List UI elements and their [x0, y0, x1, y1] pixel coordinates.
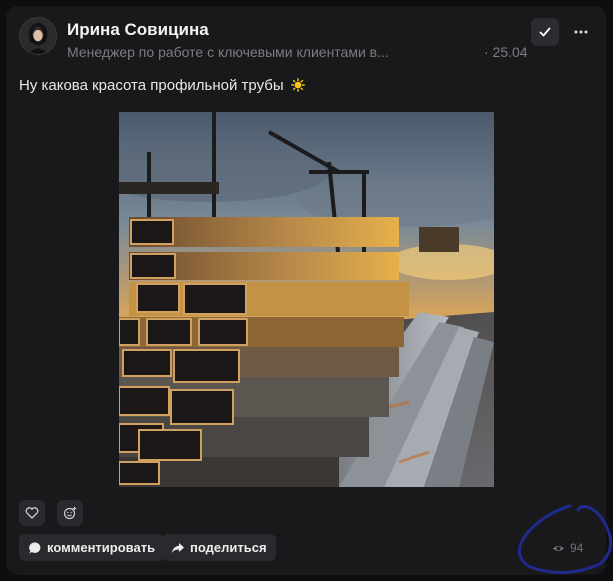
share-arrow-icon: [172, 542, 184, 553]
views-count: 94: [570, 541, 584, 555]
more-options-button[interactable]: [567, 18, 595, 46]
author-role: Менеджер по работе с ключевыми клиентами…: [67, 44, 389, 60]
author-name[interactable]: Ирина Совицина: [67, 20, 209, 40]
share-button-label: поделиться: [190, 540, 267, 555]
emoji-add-icon: [63, 506, 77, 520]
comment-bubble-icon: [29, 541, 41, 553]
comment-button[interactable]: комментировать: [19, 534, 165, 561]
post-text: Ну какова красота профильной трубы: [19, 77, 305, 94]
post-image[interactable]: [119, 112, 494, 487]
subscribed-button[interactable]: [531, 18, 559, 46]
sun-icon: [290, 78, 305, 92]
like-button[interactable]: [19, 500, 45, 526]
add-reaction-button[interactable]: [57, 500, 83, 526]
heart-icon: [25, 507, 39, 519]
post-text-content: Ну какова красота профильной трубы: [19, 77, 284, 94]
eye-icon: [552, 545, 565, 551]
view-counter: 94: [552, 541, 583, 555]
more-icon: [574, 30, 588, 34]
check-icon: [539, 27, 551, 37]
post-card: Ирина Совицина Менеджер по работе с ключ…: [6, 6, 606, 575]
author-avatar[interactable]: [19, 17, 57, 55]
comment-button-label: комментировать: [47, 540, 156, 555]
post-date: · 25.04: [484, 44, 528, 60]
share-button[interactable]: поделиться: [162, 534, 276, 561]
